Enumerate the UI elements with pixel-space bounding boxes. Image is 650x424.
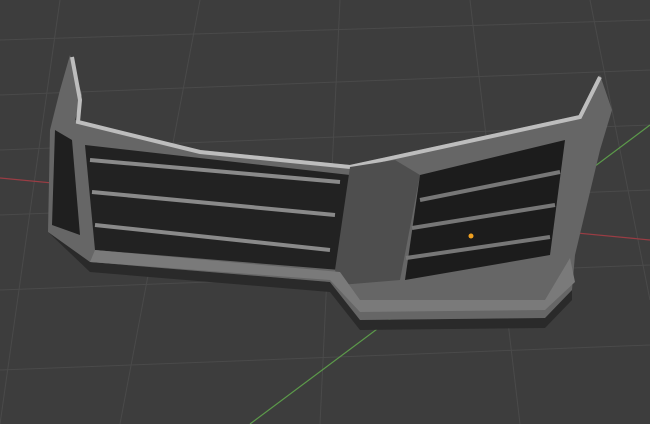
bumper-model[interactable] [48,55,612,330]
3d-viewport[interactable] [0,0,650,424]
origin-point-icon [468,233,474,239]
viewport-canvas[interactable] [0,0,650,424]
